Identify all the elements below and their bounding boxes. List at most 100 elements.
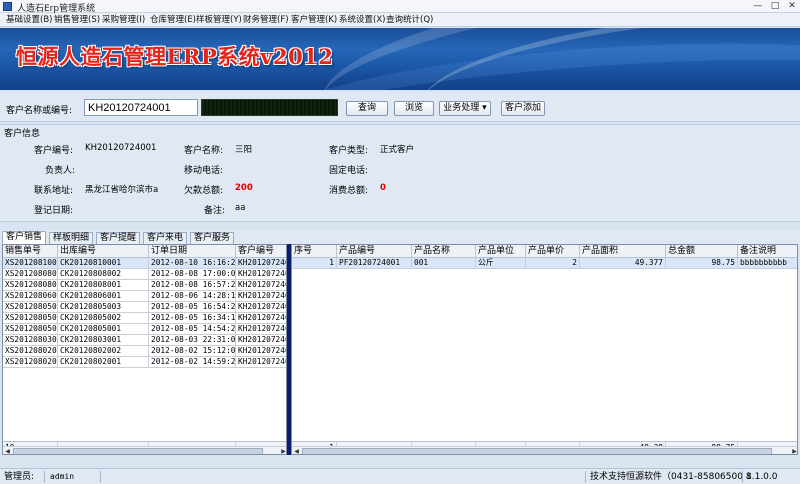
menu-basic-settings[interactable]: 基础设置(B) [6, 14, 52, 26]
table-cell[interactable]: XS20120805003 [3, 302, 58, 313]
col-header-product-no[interactable]: 产品编号 [337, 245, 412, 258]
table-cell[interactable]: CK20120802002 [58, 346, 149, 357]
scroll-left-icon[interactable]: ◀ [3, 447, 12, 454]
menu-customer[interactable]: 客户管理(K) [291, 14, 337, 26]
col-header-price[interactable]: 产品单价 [526, 245, 580, 258]
sales-orders-grid: 销售单号 出库编号 订单日期 客户编号 XS20120810001CK20120… [2, 244, 287, 455]
right-scroll-thumb[interactable] [302, 448, 772, 454]
table-cell[interactable]: bbbbbbbbbb [738, 258, 797, 269]
right-horizontal-scrollbar[interactable]: ◀ ▶ [292, 446, 797, 454]
col-header-outbound-no[interactable]: 出库编号 [58, 245, 149, 258]
menu-finance[interactable]: 财务管理(F) [243, 14, 289, 26]
col-header-unit[interactable]: 产品单位 [476, 245, 526, 258]
table-cell[interactable]: XS20120808001 [3, 280, 58, 291]
table-cell[interactable]: CK20120805001 [58, 324, 149, 335]
table-cell[interactable]: KH20120724001 [236, 269, 286, 280]
table-cell[interactable]: KH20120724001 [236, 335, 286, 346]
table-cell[interactable]: 98.75 [666, 258, 738, 269]
table-cell[interactable]: KH20120724001 [236, 324, 286, 335]
table-cell[interactable]: XS20120805002 [3, 313, 58, 324]
scroll-right-icon[interactable]: ▶ [279, 447, 286, 454]
table-cell[interactable]: 公斤 [476, 258, 526, 269]
col-header-total[interactable]: 总金额 [666, 245, 738, 258]
query-button[interactable]: 查询 [346, 101, 388, 116]
customer-search-input[interactable]: KH20120724001 [84, 99, 198, 116]
tab-customer-service[interactable]: 客户服务 [190, 232, 235, 244]
col-header-area[interactable]: 产品面积 [580, 245, 666, 258]
search-dropdown-field[interactable] [201, 99, 338, 116]
regdate-label: 登记日期: [34, 206, 74, 216]
table-cell[interactable]: 2 [526, 258, 580, 269]
table-cell[interactable]: XS20120805001 [3, 324, 58, 335]
tab-sample-details[interactable]: 样板明细 [49, 232, 94, 244]
menu-sample[interactable]: 样板管理(Y) [196, 14, 242, 26]
table-cell[interactable]: CK20120805002 [58, 313, 149, 324]
minimize-button[interactable]: — [750, 0, 766, 12]
col-header-sales-no[interactable]: 销售单号 [3, 245, 58, 258]
table-cell[interactable]: CK20120806001 [58, 291, 149, 302]
menu-query[interactable]: 查询统计(Q) [386, 14, 433, 26]
close-button[interactable]: ✕ [784, 0, 800, 12]
browse-button[interactable]: 浏览 [394, 101, 434, 116]
table-cell[interactable]: CK20120803001 [58, 335, 149, 346]
table-cell[interactable]: XS20120802001 [3, 357, 58, 368]
maximize-button[interactable]: □ [767, 0, 783, 12]
menu-purchase[interactable]: 采购管理(I) [102, 14, 145, 26]
table-cell[interactable]: 2012-08-10 16:16:25 [149, 258, 236, 269]
table-cell[interactable]: KH20120724001 [236, 302, 286, 313]
table-cell[interactable]: 001 [412, 258, 476, 269]
table-cell[interactable]: XS20120808002 [3, 269, 58, 280]
operator-label: 管理员: [4, 472, 35, 482]
table-cell[interactable]: XS20120806001 [3, 291, 58, 302]
table-cell[interactable]: CK20120810001 [58, 258, 149, 269]
col-header-customer-no[interactable]: 客户编号 [236, 245, 286, 258]
menu-warehouse[interactable]: 仓库管理(E) [150, 14, 196, 26]
table-cell[interactable]: KH20120724001 [236, 280, 286, 291]
menu-sales[interactable]: 销售管理(S) [54, 14, 100, 26]
scroll-left-icon[interactable]: ◀ [292, 447, 301, 454]
table-cell[interactable]: 2012-08-02 14:59:29 [149, 357, 236, 368]
table-cell[interactable]: XS20120810001 [3, 258, 58, 269]
table-cell[interactable]: 49.377 [580, 258, 666, 269]
table-cell[interactable]: 2012-08-08 16:57:29 [149, 280, 236, 291]
table-cell[interactable]: PF20120724001 [337, 258, 412, 269]
table-cell[interactable]: 2012-08-05 16:34:15 [149, 313, 236, 324]
menu-system[interactable]: 系统设置(X) [339, 14, 385, 26]
table-cell[interactable]: KH20120724001 [236, 313, 286, 324]
table-cell[interactable]: 2012-08-06 14:28:18 [149, 291, 236, 302]
tab-customer-sales[interactable]: 客户销售 [2, 231, 47, 244]
name-label: 客户名称: [184, 146, 224, 156]
col-header-remark[interactable]: 备注说明 [738, 245, 797, 258]
business-menu-button[interactable]: 业务处理 ▾ [439, 101, 491, 116]
address-label: 联系地址: [34, 186, 74, 196]
table-cell[interactable]: KH20120724001 [236, 346, 286, 357]
table-cell[interactable]: XS20120803001 [3, 335, 58, 346]
table-cell[interactable]: 2012-08-05 16:54:21 [149, 302, 236, 313]
table-cell[interactable]: CK20120805003 [58, 302, 149, 313]
col-header-order-date[interactable]: 订单日期 [149, 245, 236, 258]
table-cell[interactable]: KH20120724001 [236, 258, 286, 269]
table-cell[interactable]: 2012-08-02 15:12:07 [149, 346, 236, 357]
tab-strip: 客户销售 样板明细 客户提醒 客户来电 客户服务 [0, 230, 800, 244]
table-cell[interactable]: CK20120808001 [58, 280, 149, 291]
table-cell[interactable]: 2012-08-08 17:00:04 [149, 269, 236, 280]
table-cell[interactable]: 2012-08-03 22:31:09 [149, 335, 236, 346]
col-header-product-name[interactable]: 产品名称 [412, 245, 476, 258]
left-horizontal-scrollbar[interactable]: ◀ ▶ [3, 446, 286, 454]
debt-value: 200 [235, 183, 253, 193]
owner-label: 负责人: [45, 166, 76, 176]
add-customer-button[interactable]: 客户添加 [501, 101, 545, 116]
table-cell[interactable]: CK20120808002 [58, 269, 149, 280]
scroll-right-icon[interactable]: ▶ [790, 447, 797, 454]
table-cell[interactable]: KH20120724001 [236, 291, 286, 302]
tab-customer-reminders[interactable]: 客户提醒 [96, 232, 141, 244]
table-cell[interactable]: XS20120802002 [3, 346, 58, 357]
col-header-index[interactable]: 序号 [292, 245, 337, 258]
tab-customer-calls[interactable]: 客户来电 [143, 232, 188, 244]
table-cell[interactable]: CK20120802001 [58, 357, 149, 368]
table-cell[interactable]: KH20120724001 [236, 357, 286, 368]
left-scroll-thumb[interactable] [13, 448, 263, 454]
table-cell[interactable]: 2012-08-05 14:54:29 [149, 324, 236, 335]
table-cell[interactable]: 1 [292, 258, 337, 269]
menu-bar: 基础设置(B) 销售管理(S) 采购管理(I) 仓库管理(E) 样板管理(Y) … [0, 13, 800, 27]
